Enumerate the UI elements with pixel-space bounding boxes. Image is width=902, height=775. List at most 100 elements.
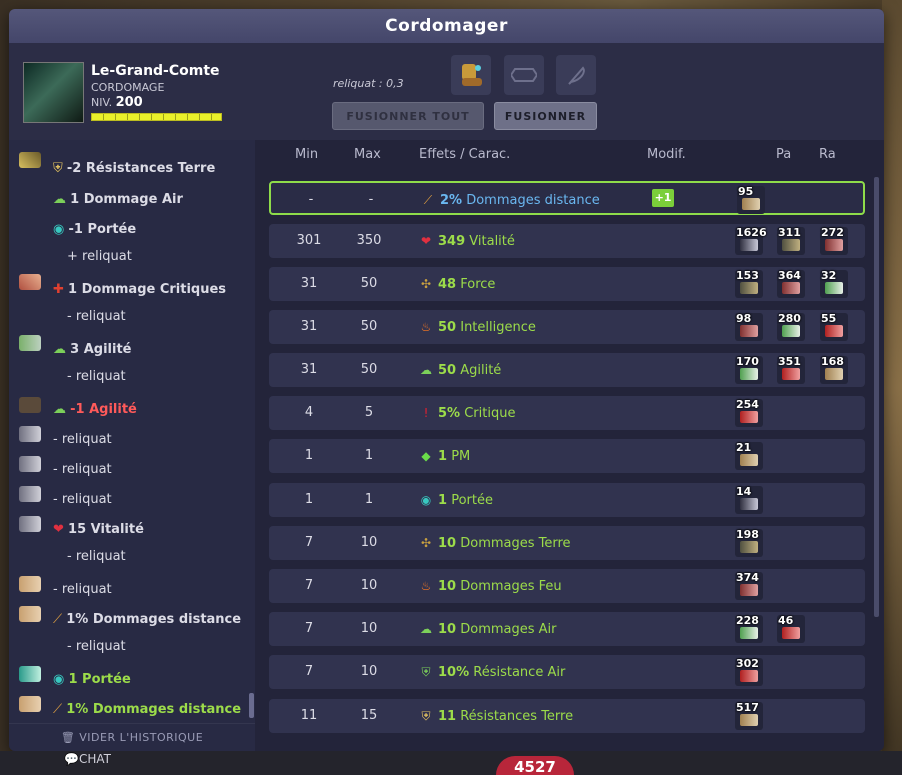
table-row[interactable]: - - ⟋ 2% Dommages distance +1 95 [269,181,865,215]
table-row[interactable]: 7 10 ✣ 10 Dommages Terre 198 [269,526,865,560]
rune-icon [19,274,41,290]
row-effect: ⛨ 10% Résistance Air [419,655,565,690]
row-min: 31 [300,362,318,377]
row-effect: ◆ 1 PM [419,439,470,474]
rune-icon [19,335,41,351]
rune-stack[interactable]: 228 [735,614,763,643]
rune-slot[interactable] [504,55,544,95]
rune-stack[interactable]: 46 [777,614,805,643]
fuse-all-button[interactable]: FUSIONNER TOUT [332,102,484,130]
rune-icon [782,627,800,639]
chat-button[interactable]: 💬CHAT [64,752,111,766]
col-header-pa: Pa [776,147,792,162]
xp-bar [91,113,222,121]
character-portrait [23,62,84,123]
rune-icon [825,239,843,251]
rune-stack[interactable]: 302 [735,657,763,686]
rune-stack[interactable]: 364 [777,269,805,298]
row-max: 15 [360,708,378,723]
history-entry: ✚ 1 Dommage Critiques [53,282,227,297]
game-background-edge [882,0,902,775]
character-job: CORDOMAGE [91,81,165,94]
row-min: 7 [304,578,314,593]
stat-icon: ✣ [420,277,432,291]
item-slot[interactable] [451,55,491,95]
rune-stack[interactable]: 280 [777,312,805,341]
table-row[interactable]: 301 350 ❤ 349 Vitalité 1626 311 272 [269,224,865,258]
history-entry: ❤ 15 Vitalité [53,522,144,537]
history-entry: ⟋ 1% Dommages distance [53,702,242,717]
rune-stack[interactable]: 374 [735,571,763,600]
rune-stack[interactable]: 1626 [735,226,767,255]
rune-stack[interactable]: 517 [735,701,763,730]
row-effect: ☁ 10 Dommages Air [419,612,557,647]
chat-icon: 💬 [64,752,79,766]
history-scrollbar[interactable] [249,693,254,718]
rune-icon [19,486,41,502]
table-row[interactable]: 7 10 ♨ 10 Dommages Feu 374 [269,569,865,603]
rune-icon [740,670,758,682]
rune-count: 254 [736,398,759,411]
feather-slot[interactable] [556,55,596,95]
rune-count: 95 [738,185,754,198]
fuse-button[interactable]: FUSIONNER [494,102,597,130]
table-row[interactable]: 31 50 ♨ 50 Intelligence 98 280 55 [269,310,865,344]
stat-icon: ♨ [420,579,432,593]
rune-stack[interactable]: 168 [820,355,848,384]
row-effect: ⟋ 2% Dommages distance [421,183,600,218]
row-effect: ♨ 10 Dommages Feu [419,569,562,604]
rune-count: 228 [736,614,759,627]
rune-stack[interactable]: 98 [735,312,763,341]
table-row[interactable]: 31 50 ☁ 50 Agilité 170 351 168 [269,353,865,387]
rune-count: 280 [778,312,801,325]
rune-stack[interactable]: 14 [735,485,763,514]
row-min: 11 [300,708,318,723]
rune-stack[interactable]: 351 [777,355,805,384]
stat-icon: ⟋ [423,193,433,207]
table-row[interactable]: 7 10 ☁ 10 Dommages Air 228 46 [269,612,865,646]
rune-icon [825,368,843,380]
col-header-effects: Effets / Carac. [419,147,511,162]
game-bottom-bar [0,751,902,775]
stat-icon: ◆ [421,449,431,463]
rune-icon [782,282,800,294]
rune-icon [19,696,41,712]
history-entry: - reliquat [67,639,126,654]
table-row[interactable]: 7 10 ⛨ 10% Résistance Air 302 [269,655,865,689]
rune-stack[interactable]: 254 [735,398,763,427]
rune-count: 153 [736,269,759,282]
rune-count: 374 [736,571,759,584]
rune-stack[interactable]: 311 [777,226,805,255]
table-row[interactable]: 1 1 ◆ 1 PM 21 [269,439,865,473]
rune-stack[interactable]: 32 [820,269,848,298]
table-scrollbar[interactable] [874,177,879,617]
rune-stack[interactable]: 55 [820,312,848,341]
rune-stack[interactable]: 170 [735,355,763,384]
stat-icon: ♨ [420,320,432,334]
rune-stack[interactable]: 95 [737,185,765,214]
clear-history-button[interactable]: 🗑 VIDER L'HISTORIQUE [9,723,255,751]
rune-stack[interactable]: 153 [735,269,763,298]
history-entry: - reliquat [67,369,126,384]
rune-stack[interactable]: 272 [820,226,848,255]
table-row[interactable]: 31 50 ✣ 48 Force 153 364 32 [269,267,865,301]
row-max: 50 [360,319,378,334]
row-max: 10 [360,535,378,550]
rune-count: 170 [736,355,759,368]
rune-count: 351 [778,355,801,368]
rune-stack[interactable]: 21 [735,441,763,470]
row-max: 5 [364,405,374,420]
table-row[interactable]: 11 15 ⛨ 11 Résistances Terre 517 [269,699,865,733]
row-max: 50 [360,276,378,291]
history-entry: - reliquat [53,462,112,477]
rune-count: 311 [778,226,801,239]
table-row[interactable]: 4 5 ! 5% Critique 254 [269,396,865,430]
col-header-min: Min [295,147,319,162]
rune-count: 364 [778,269,801,282]
rune-stack[interactable]: 198 [735,528,763,557]
history-entry: ⛨ -2 Résistances Terre [53,161,216,176]
row-max: 10 [360,578,378,593]
rune-icon [19,152,41,168]
table-row[interactable]: 1 1 ◉ 1 Portée 14 [269,483,865,517]
row-max: 10 [360,621,378,636]
